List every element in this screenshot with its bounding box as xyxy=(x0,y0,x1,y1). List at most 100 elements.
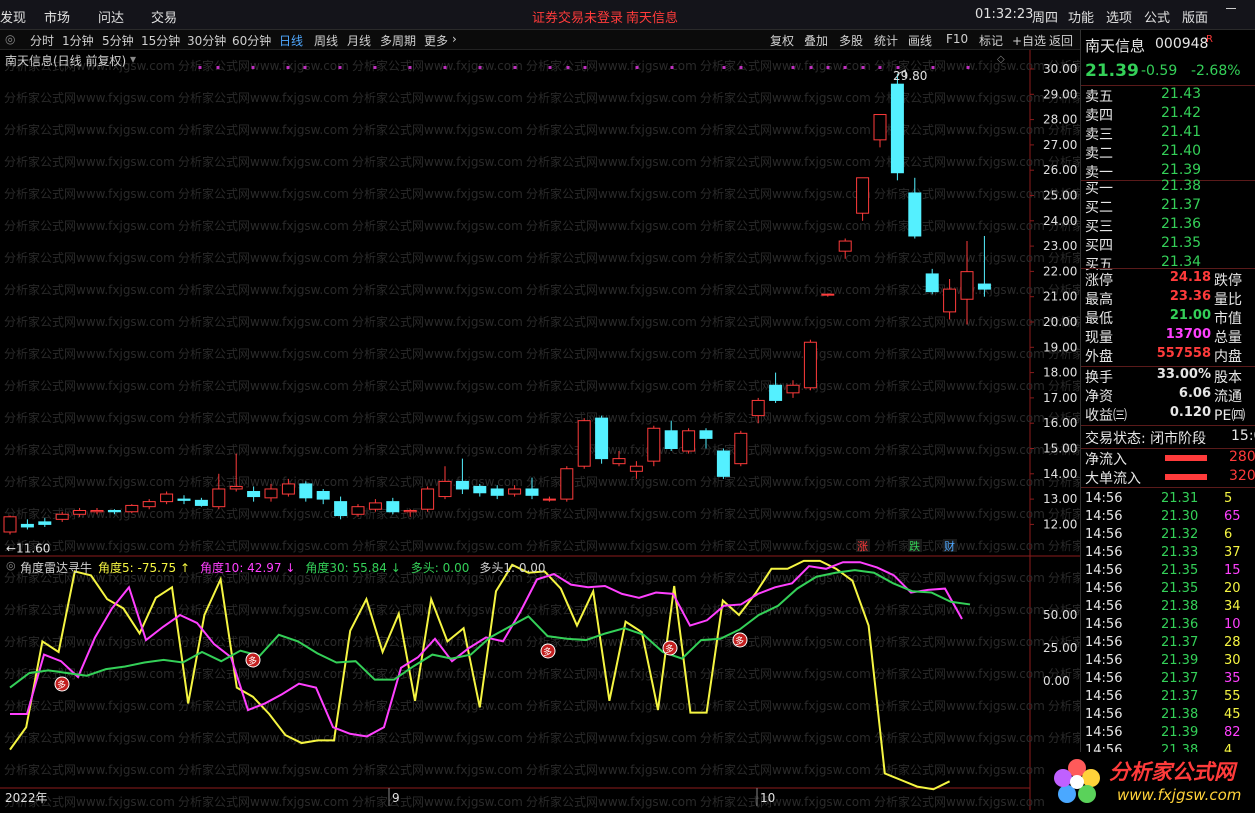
indicator-toggle-icon[interactable]: ◎ xyxy=(6,559,16,572)
ask-price[interactable]: 21.42 xyxy=(1161,105,1201,121)
event-tag[interactable]: 财 xyxy=(944,539,955,553)
menu-item-discover[interactable]: 发现 xyxy=(0,7,26,26)
candle-up[interactable] xyxy=(838,240,852,252)
ask-price[interactable]: 21.39 xyxy=(1161,162,1201,178)
toolbar-action[interactable]: 标记 xyxy=(979,32,1003,49)
period-tab[interactable]: 周线 xyxy=(314,32,338,49)
candle-up[interactable] xyxy=(73,509,87,515)
menu-item-market[interactable]: 市场 xyxy=(44,7,70,26)
event-tag[interactable]: 涨 xyxy=(857,540,868,553)
candle-up[interactable] xyxy=(542,498,556,501)
candle-down[interactable] xyxy=(299,483,313,499)
menu-formula[interactable]: 公式 xyxy=(1144,7,1170,26)
candle-down[interactable] xyxy=(716,450,730,477)
candle-up[interactable] xyxy=(403,509,417,513)
candle-down[interactable] xyxy=(177,498,191,501)
bid-price[interactable]: 21.38 xyxy=(1161,178,1201,194)
menu-layout[interactable]: 版面 xyxy=(1182,7,1208,26)
ask-price[interactable]: 21.40 xyxy=(1161,143,1201,159)
candle-up[interactable] xyxy=(438,480,452,498)
bid-price[interactable]: 21.36 xyxy=(1161,216,1201,232)
candle-up[interactable] xyxy=(368,502,382,510)
candle-down[interactable] xyxy=(334,501,348,517)
candle-down[interactable] xyxy=(908,192,922,237)
candle-down[interactable] xyxy=(664,430,678,450)
bid-price[interactable]: 21.37 xyxy=(1161,197,1201,213)
toolbar-action[interactable]: F10 xyxy=(946,32,968,46)
candle-up[interactable] xyxy=(264,488,278,499)
stock-notice[interactable]: 南天信息 xyxy=(626,7,678,26)
candle-up[interactable] xyxy=(90,509,104,513)
period-tab-active[interactable]: 日线 xyxy=(279,32,303,49)
candle-up[interactable] xyxy=(142,501,156,508)
candle-up[interactable] xyxy=(351,506,365,515)
menu-item-wenda[interactable]: 问达 xyxy=(98,7,124,26)
candle-up[interactable] xyxy=(821,293,835,296)
candle-up[interactable] xyxy=(3,516,17,533)
candle-up[interactable] xyxy=(508,488,522,495)
candle-down[interactable] xyxy=(699,430,713,439)
candle-up[interactable] xyxy=(560,468,574,500)
period-tab[interactable]: 分时 xyxy=(30,32,54,49)
candle-up[interactable] xyxy=(55,513,69,520)
candle-down[interactable] xyxy=(194,499,208,506)
candle-down[interactable] xyxy=(925,273,939,293)
trade-login-notice[interactable]: 证券交易未登录 xyxy=(532,7,623,26)
menu-function[interactable]: 功能 xyxy=(1068,7,1094,26)
period-tab[interactable]: 多周期 xyxy=(380,32,416,49)
period-tab[interactable]: 更多 xyxy=(424,32,448,49)
bid-price[interactable]: 21.35 xyxy=(1161,235,1201,251)
toolbar-action[interactable]: 复权 xyxy=(770,32,794,49)
chevron-right-icon[interactable]: › xyxy=(452,32,457,46)
period-tab[interactable]: 1分钟 xyxy=(62,32,94,49)
toolbar-action[interactable]: 多股 xyxy=(839,32,863,49)
candle-up[interactable] xyxy=(281,483,295,495)
event-tag[interactable]: 跌 xyxy=(909,539,920,553)
candle-up[interactable] xyxy=(786,384,800,394)
toolbar-action[interactable]: 画线 xyxy=(908,32,932,49)
candle-up[interactable] xyxy=(647,427,661,462)
candle-down[interactable] xyxy=(38,521,52,525)
toolbar-action[interactable]: 返回 xyxy=(1049,32,1073,49)
candle-up[interactable] xyxy=(682,430,696,452)
candle-down[interactable] xyxy=(316,491,330,500)
toolbar-action[interactable]: 统计 xyxy=(874,32,898,49)
candle-up[interactable] xyxy=(612,458,626,465)
period-tab[interactable]: 5分钟 xyxy=(102,32,134,49)
candle-up[interactable] xyxy=(229,485,243,490)
candle-down[interactable] xyxy=(890,83,904,174)
candle-down[interactable] xyxy=(525,488,539,496)
candle-up[interactable] xyxy=(734,432,748,465)
candle-down[interactable] xyxy=(595,417,609,460)
period-tab[interactable]: 60分钟 xyxy=(232,32,271,49)
collapse-icon[interactable]: ◎ xyxy=(5,32,15,46)
candle-up[interactable] xyxy=(751,399,765,417)
candle-up[interactable] xyxy=(873,114,887,141)
period-tab[interactable]: 月线 xyxy=(347,32,371,49)
candle-up[interactable] xyxy=(629,465,643,472)
candle-down[interactable] xyxy=(769,384,783,401)
menu-item-trade[interactable]: 交易 xyxy=(151,7,177,26)
ask-price[interactable]: 21.41 xyxy=(1161,124,1201,140)
candle-down[interactable] xyxy=(473,485,487,494)
period-tab[interactable]: 30分钟 xyxy=(187,32,226,49)
candle-down[interactable] xyxy=(386,501,400,513)
candle-up[interactable] xyxy=(943,288,957,313)
period-tab[interactable]: 15分钟 xyxy=(141,32,180,49)
candle-up[interactable] xyxy=(803,341,817,389)
candle-down[interactable] xyxy=(107,509,121,513)
chart-svg[interactable]: 分析家公式网www.fxjgsw.com 分析家公式网www.fxjgsw.com… xyxy=(0,50,1219,810)
candle-up[interactable] xyxy=(421,488,435,510)
chevron-down-icon[interactable]: ▾ xyxy=(130,52,136,66)
candle-up[interactable] xyxy=(160,493,174,503)
minimize-icon[interactable] xyxy=(1226,8,1236,9)
chart-area[interactable]: 分析家公式网www.fxjgsw.com 分析家公式网www.fxjgsw.com… xyxy=(0,50,1219,810)
candle-up[interactable] xyxy=(577,420,591,467)
toolbar-action[interactable]: 叠加 xyxy=(804,32,828,49)
candle-up[interactable] xyxy=(960,271,974,300)
candle-down[interactable] xyxy=(20,523,34,528)
candle-down[interactable] xyxy=(247,491,261,498)
candle-up[interactable] xyxy=(856,177,870,214)
diamond-icon[interactable]: ◇ xyxy=(997,54,1005,65)
ask-price[interactable]: 21.43 xyxy=(1161,86,1201,102)
